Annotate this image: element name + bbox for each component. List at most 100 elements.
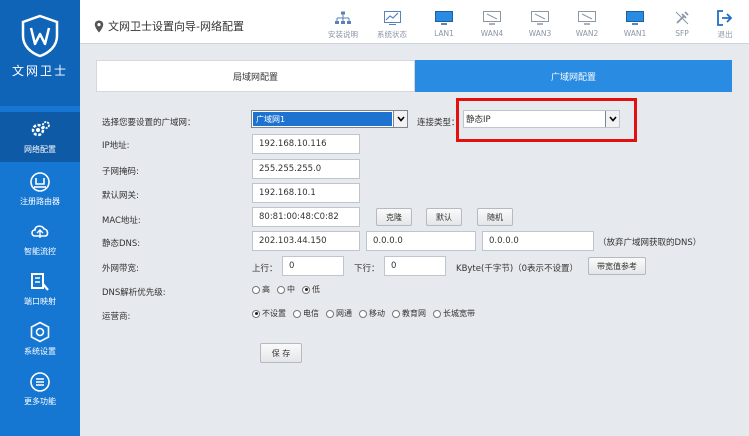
tool-system-status[interactable]: 系统状态 xyxy=(372,10,412,40)
page-title: 文网卫士设置向导-网络配置 xyxy=(108,20,244,33)
sidebar-item-label: 系统设置 xyxy=(24,347,56,356)
monitor-disconnected-icon xyxy=(483,11,501,25)
upload-label: 上行： xyxy=(252,264,278,274)
chevron-down-icon xyxy=(605,111,619,127)
tool-wan3[interactable]: WAN3 xyxy=(520,10,560,38)
tool-lan1[interactable]: LAN1 xyxy=(424,10,464,38)
radio-icon xyxy=(359,309,367,318)
tool-wan4[interactable]: WAN4 xyxy=(472,10,512,38)
tool-wan2[interactable]: WAN2 xyxy=(567,10,607,38)
radio-icon xyxy=(252,285,260,294)
isp-telecom[interactable]: 电信 xyxy=(293,308,319,319)
sidebar-item-label: 更多功能 xyxy=(24,397,56,406)
radio-selected-icon xyxy=(302,285,310,294)
network-icon xyxy=(335,11,351,24)
sidebar-item-label: 网络配置 xyxy=(24,145,56,154)
radio-icon xyxy=(277,285,285,294)
dns-priority-label: DNS解析优先级: xyxy=(102,288,166,298)
radio-icon xyxy=(392,309,400,318)
sidebar: 文网卫士 网络配置 注册路由器 智能流控 端口映射 系统设置 更多功能 xyxy=(0,0,80,436)
menu-icon xyxy=(30,372,50,392)
logo-text: 文网卫士 xyxy=(11,64,68,78)
sidebar-item-smart-flow[interactable]: 智能流控 xyxy=(0,214,80,264)
shield-logo-icon xyxy=(21,14,59,58)
sidebar-item-label: 端口映射 xyxy=(24,297,56,306)
ip-input[interactable]: 192.168.10.116 xyxy=(252,134,360,154)
tool-wan1[interactable]: WAN1 xyxy=(615,10,655,38)
dns3-input[interactable]: 0.0.0.0 xyxy=(482,231,594,251)
sidebar-item-port-map[interactable]: 端口映射 xyxy=(0,264,80,314)
isp-radios: 不设置 电信 网通 移动 教育网 长城宽带 xyxy=(252,308,482,319)
monitor-disconnected-icon xyxy=(531,11,549,25)
gateway-label: 默认网关: xyxy=(102,191,139,201)
download-label: 下行： xyxy=(354,264,380,274)
conn-type-value: 静态IP xyxy=(466,115,491,125)
dns2-input[interactable]: 0.0.0.0 xyxy=(366,231,476,251)
config-tabs: 局域网配置 广域网配置 xyxy=(96,60,732,92)
random-mac-button[interactable]: 随机 xyxy=(477,208,513,226)
sidebar-item-register-router[interactable]: 注册路由器 xyxy=(0,164,80,214)
radio-selected-icon xyxy=(252,309,260,318)
mask-input[interactable]: 255.255.255.0 xyxy=(252,159,360,179)
monitor-icon xyxy=(626,11,644,25)
bandwidth-unit: KByte(千字节)（0表示不设置） xyxy=(456,264,579,274)
chevron-down-icon xyxy=(393,111,407,127)
mac-input[interactable]: 80:81:00:48:C0:82 xyxy=(252,207,360,227)
dns-priority-radios: 高 中 低 xyxy=(252,284,327,295)
main-content: 局域网配置 广域网配置 选择您要设置的广域网： 广域网1 连接类型： 静态IP … xyxy=(80,44,749,436)
flow-icon xyxy=(31,225,49,238)
conn-type-select[interactable]: 静态IP xyxy=(463,110,620,128)
location-pin-icon xyxy=(94,20,104,32)
save-button[interactable]: 保 存 xyxy=(260,343,302,363)
isp-mobile[interactable]: 移动 xyxy=(359,308,385,319)
dns-note: （放弃广域网获取的DNS） xyxy=(598,238,702,248)
wan-select-value: 广域网1 xyxy=(253,112,392,126)
exit-icon xyxy=(717,10,733,26)
tool-install-guide[interactable]: 安装说明 xyxy=(323,10,363,40)
monitor-icon xyxy=(435,11,453,25)
breadcrumb: 文网卫士设置向导-网络配置 xyxy=(94,18,244,34)
isp-none[interactable]: 不设置 xyxy=(252,308,286,319)
wan-select[interactable]: 广域网1 xyxy=(251,110,408,128)
monitor-disconnected-icon xyxy=(578,11,596,25)
tab-wan-config[interactable]: 广域网配置 xyxy=(415,60,732,92)
isp-netcom[interactable]: 网通 xyxy=(326,308,352,319)
upload-input[interactable]: 0 xyxy=(282,256,344,276)
dns-priority-low[interactable]: 低 xyxy=(302,284,320,295)
conn-type-label: 连接类型： xyxy=(417,118,460,128)
bandwidth-label: 外网带宽: xyxy=(102,264,139,274)
radio-icon xyxy=(433,309,441,318)
router-icon xyxy=(30,172,50,192)
ip-label: IP地址: xyxy=(102,141,130,151)
clone-mac-button[interactable]: 克隆 xyxy=(376,208,412,226)
radio-icon xyxy=(326,309,334,318)
isp-great-wall[interactable]: 长城宽带 xyxy=(433,308,475,319)
isp-label: 运营商: xyxy=(102,312,131,322)
isp-education[interactable]: 教育网 xyxy=(392,308,426,319)
dns1-input[interactable]: 202.103.44.150 xyxy=(252,231,360,251)
sidebar-item-label: 注册路由器 xyxy=(20,197,60,206)
download-input[interactable]: 0 xyxy=(384,256,446,276)
dns-label: 静态DNS: xyxy=(102,239,141,249)
sidebar-item-label: 智能流控 xyxy=(24,247,56,256)
sfp-icon xyxy=(675,11,689,25)
chart-icon xyxy=(383,11,401,25)
dns-priority-medium[interactable]: 中 xyxy=(277,284,295,295)
settings-icon xyxy=(30,321,50,343)
mask-label: 子网掩码: xyxy=(102,167,139,177)
tool-sfp[interactable]: SFP xyxy=(662,10,702,38)
tool-exit[interactable]: 退出 xyxy=(705,10,745,40)
default-mac-button[interactable]: 默认 xyxy=(426,208,462,226)
bandwidth-reference-button[interactable]: 带宽值参考 xyxy=(588,257,646,275)
logo: 文网卫士 xyxy=(0,0,80,106)
gateway-input[interactable]: 192.168.10.1 xyxy=(252,183,360,203)
port-map-icon xyxy=(31,273,49,291)
dns-priority-high[interactable]: 高 xyxy=(252,284,270,295)
sidebar-item-more[interactable]: 更多功能 xyxy=(0,364,80,414)
wan-select-label: 选择您要设置的广域网： xyxy=(102,118,196,128)
sidebar-item-system-settings[interactable]: 系统设置 xyxy=(0,314,80,364)
tab-lan-config[interactable]: 局域网配置 xyxy=(96,60,415,92)
top-bar: 文网卫士设置向导-网络配置 安装说明 系统状态 LAN1 WAN4 WAN3 W… xyxy=(80,0,749,44)
sidebar-item-network-config[interactable]: 网络配置 xyxy=(0,112,80,162)
radio-icon xyxy=(293,309,301,318)
